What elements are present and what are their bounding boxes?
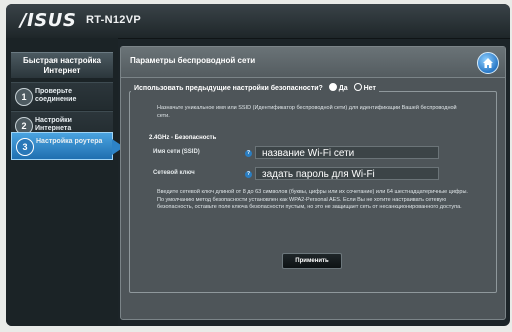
security-section-title: 2.4GHz - Безопасность <box>149 135 217 141</box>
previous-settings-question: Использовать предыдущие настройки безопа… <box>131 83 379 92</box>
model-name: RT-N12VP <box>86 14 141 26</box>
top-bar: /ISUS RT-N12VP <box>6 4 510 39</box>
network-key-input[interactable]: задать пароль для Wi-Fi <box>255 167 439 180</box>
step-number: 1 <box>15 88 33 106</box>
ssid-input[interactable]: название Wi-Fi сети <box>255 146 439 159</box>
sidebar-item-label: Настройки Интернета <box>35 117 72 132</box>
sidebar-item-check-connection[interactable]: 1 Проверьте соединение <box>11 82 113 110</box>
home-icon <box>483 58 493 68</box>
step-number: 3 <box>16 138 34 156</box>
intro-text: Назначьте уникальное имя или SSID (Идент… <box>157 105 457 119</box>
router-window: /ISUS RT-N12VP Быстрая настройка Интерне… <box>6 4 510 326</box>
help-icon[interactable]: ? <box>245 171 252 178</box>
radio-no-label: Нет <box>363 85 376 92</box>
sidebar: Быстрая настройка Интернет 1 Проверьте с… <box>6 38 124 326</box>
ssid-label: Имя сети (SSID) <box>153 149 200 155</box>
home-button[interactable] <box>477 52 499 74</box>
apply-button[interactable]: Применить <box>282 253 342 269</box>
sidebar-title: Быстрая настройка Интернет <box>11 52 113 78</box>
key-hint-text: Введите сетевой ключ длиной от 8 до 63 с… <box>157 189 468 210</box>
wireless-settings-panel: Параметры беспроводной сети Использовать… <box>120 46 506 320</box>
panel-header: Параметры беспроводной сети <box>121 47 505 78</box>
radio-yes-label: Да <box>338 85 348 92</box>
help-icon[interactable]: ? <box>245 150 252 157</box>
sidebar-item-router-setup[interactable]: 3 Настройка роутера <box>11 132 124 160</box>
question-text: Использовать предыдущие настройки безопа… <box>134 85 323 92</box>
radio-no[interactable] <box>353 83 362 91</box>
page-title: Параметры беспроводной сети <box>130 56 256 65</box>
network-key-label: Сетевой ключ <box>153 170 195 176</box>
asus-logo: /ISUS <box>20 10 77 31</box>
sidebar-item-label: Проверьте соединение <box>35 88 77 103</box>
sidebar-item-label: Настройка роутера <box>36 138 103 145</box>
radio-yes[interactable] <box>328 83 337 91</box>
